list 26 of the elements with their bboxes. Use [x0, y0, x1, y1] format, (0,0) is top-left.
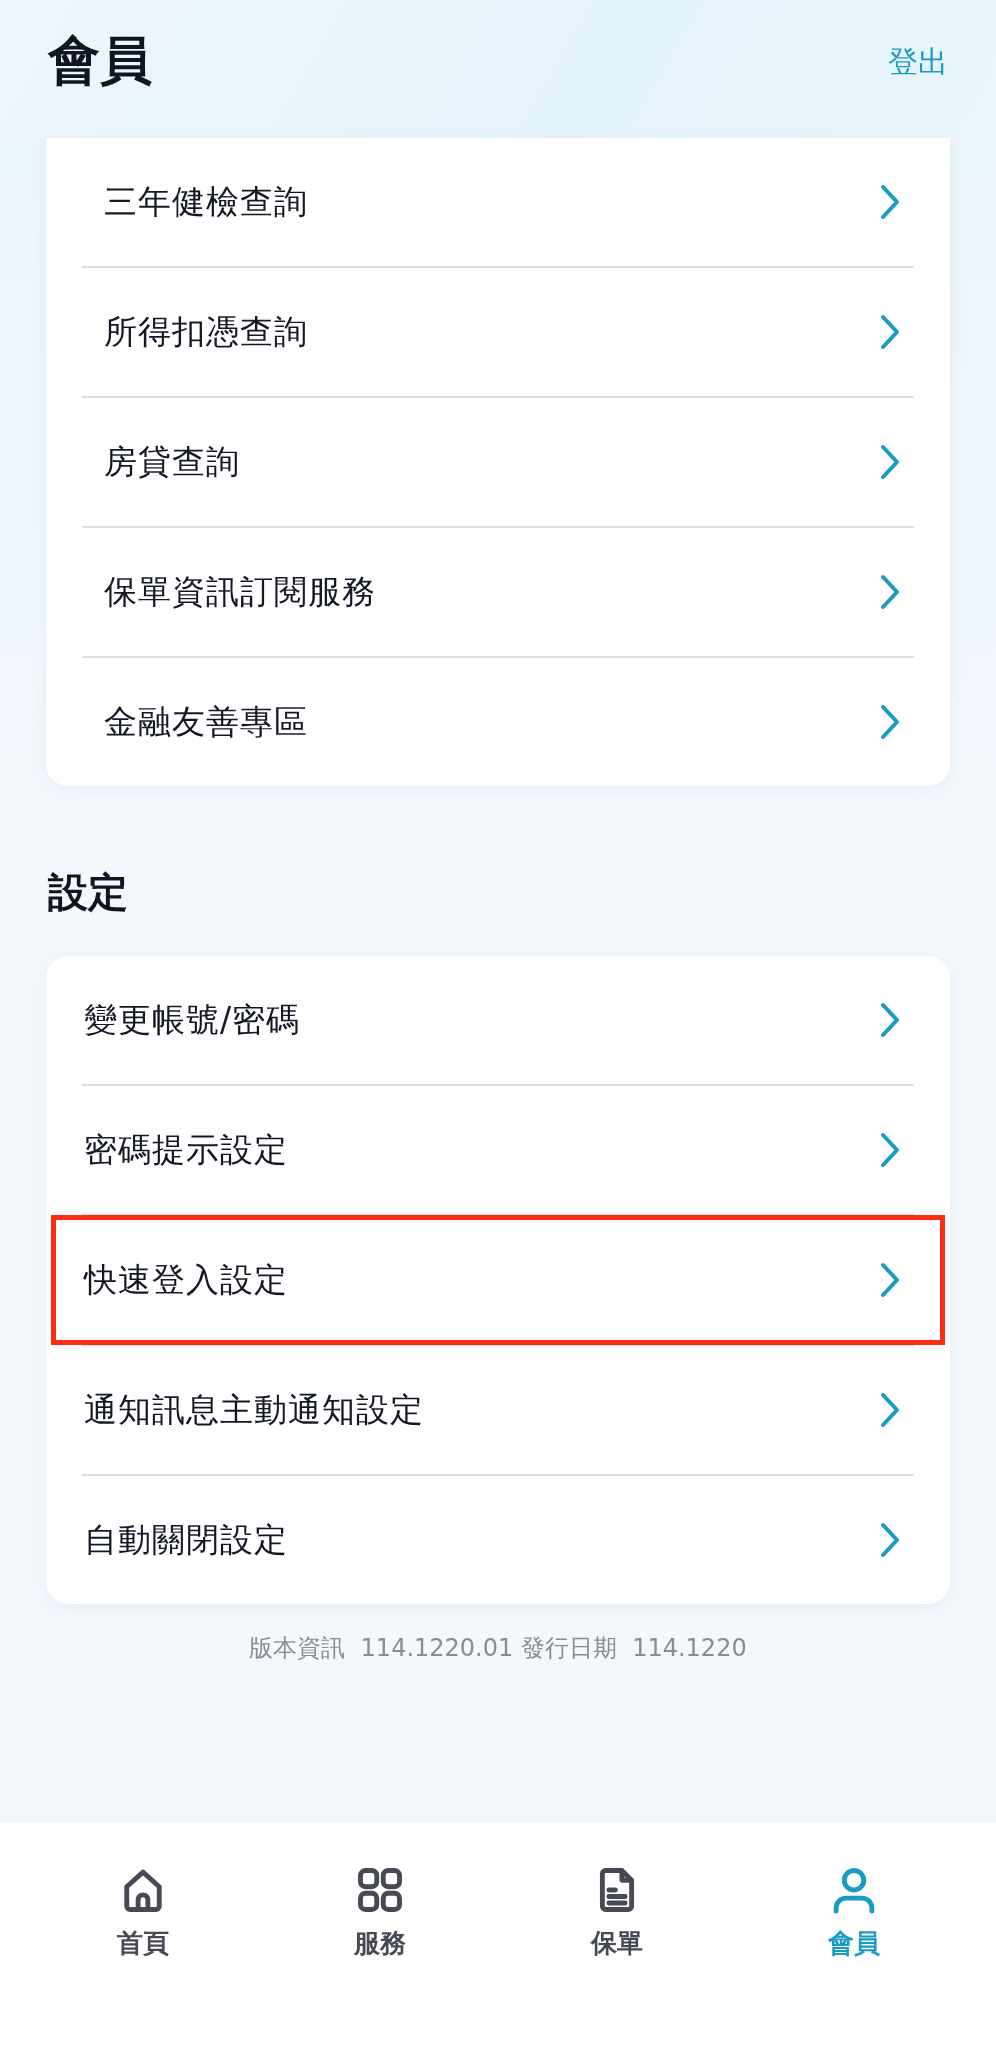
- page-title: 會員: [48, 29, 152, 92]
- nav-tab[interactable]: 首頁: [64, 1864, 221, 1961]
- nav-tab[interactable]: 保單: [538, 1864, 695, 1961]
- nav-tab[interactable]: 服務: [301, 1864, 458, 1961]
- chevron-right-icon: [880, 314, 900, 350]
- menu-item[interactable]: 房貸查詢: [82, 398, 914, 526]
- section-heading: 設定: [48, 868, 129, 917]
- chevron-right-icon: [880, 1522, 900, 1558]
- version-info: 版本資訊 114.1220.01 發行日期 114.1220: [248, 1633, 748, 1664]
- chevron-right-icon: [880, 444, 900, 480]
- chevron-right-icon: [880, 574, 900, 610]
- menu-item[interactable]: 密碼提示設定: [82, 1086, 914, 1214]
- menu-item[interactable]: 所得扣憑查詢: [82, 268, 914, 396]
- chevron-right-icon: [880, 184, 900, 220]
- chevron-right-icon: [880, 704, 900, 740]
- chevron-right-icon: [880, 1002, 900, 1038]
- chevron-right-icon: [880, 1392, 900, 1428]
- menu-item[interactable]: 保單資訊訂閱服務: [82, 528, 914, 656]
- menu-item[interactable]: 三年健檢查詢: [82, 138, 914, 266]
- chevron-right-icon: [880, 1132, 900, 1168]
- menu-item[interactable]: 變更帳號/密碼: [82, 956, 914, 1084]
- chevron-right-icon: [880, 1262, 900, 1298]
- menu-item[interactable]: 通知訊息主動通知設定: [82, 1346, 914, 1474]
- menu-item[interactable]: 金融友善專區: [82, 658, 914, 786]
- menu-item[interactable]: 快速登入設定: [52, 1216, 944, 1344]
- menu-item[interactable]: 自動關閉設定: [82, 1476, 914, 1604]
